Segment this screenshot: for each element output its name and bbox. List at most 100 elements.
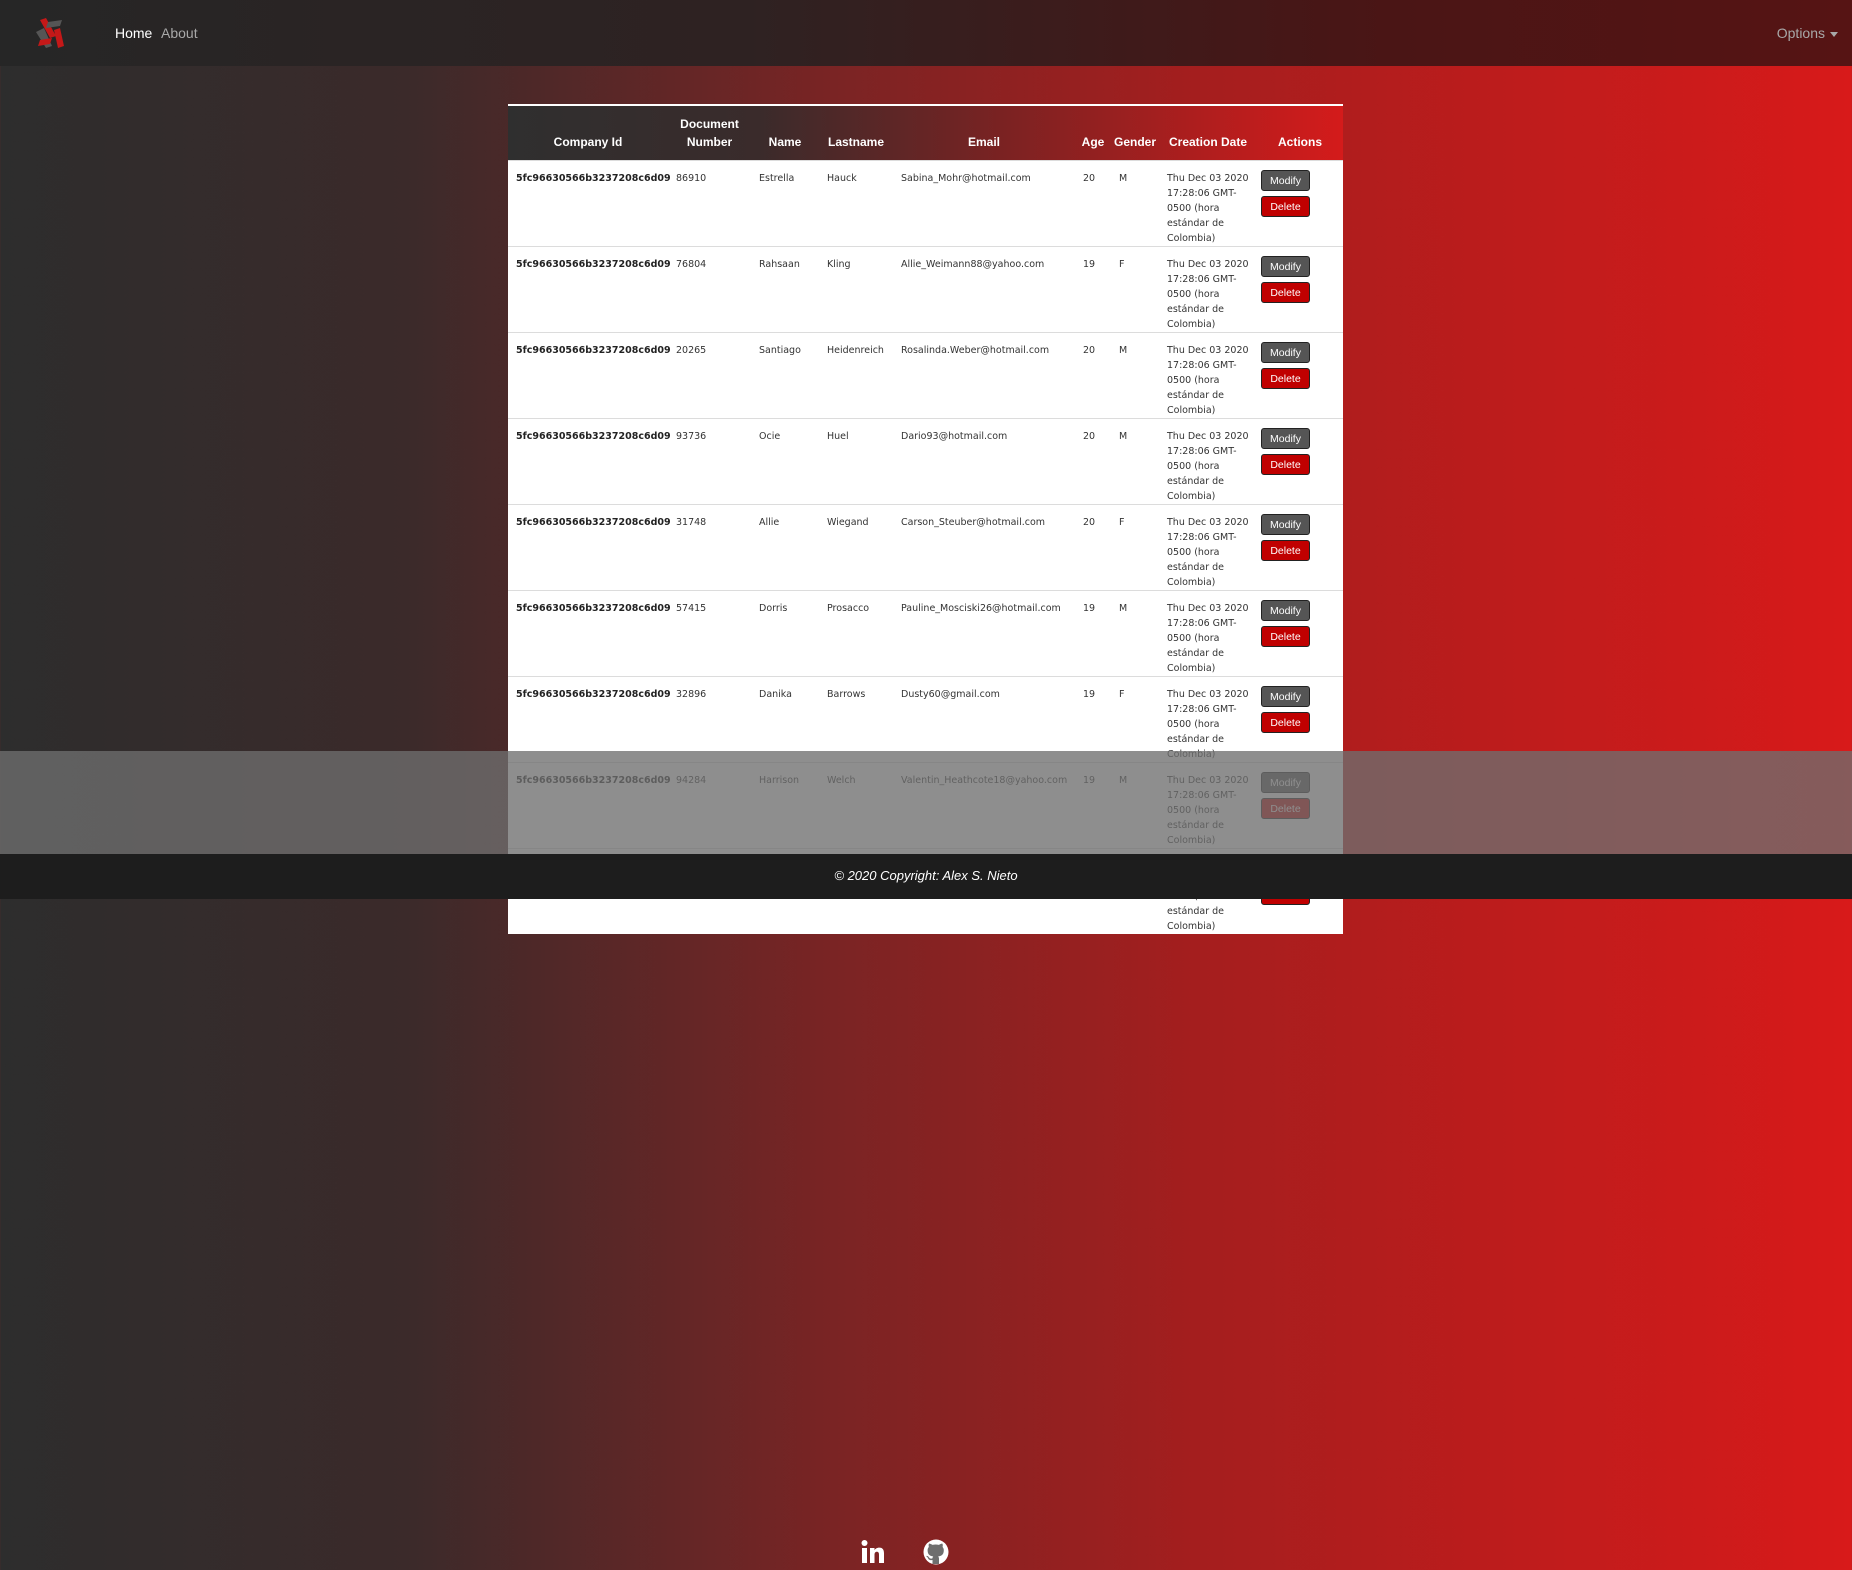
delete-button[interactable]: Delete [1261, 367, 1310, 389]
cell-age: 19 [1075, 245, 1111, 332]
cell-company-id: 5fc96630566b3237208c6d09 [508, 589, 671, 676]
table-row: 5fc96630566b3237208c6d09 76804 Rahsaan Klin… [508, 245, 1343, 332]
cell-lastname: Barrows [819, 675, 893, 762]
cell-creation-date: Thu Dec 03 2020 17:28:06 GMT-0500 (hora … [1159, 159, 1257, 246]
cell-gender: F [1111, 675, 1159, 762]
cell-gender: M [1111, 159, 1159, 246]
cell-actions: Modify Delete [1257, 331, 1343, 418]
table-row: 5fc96630566b3237208c6d09 93736 Ocie Huel Dar… [508, 417, 1343, 504]
cell-lastname: Prosacco [819, 589, 893, 676]
cell-document-number: 32896 [668, 675, 751, 762]
table-row: 5fc96630566b3237208c6d09 57415 Dorris Prosa… [508, 589, 1343, 676]
cell-lastname: Hauck [819, 159, 893, 246]
cell-gender: F [1111, 245, 1159, 332]
header-gender: Gender [1114, 134, 1157, 149]
github-icon[interactable] [922, 1538, 950, 1566]
cell-actions: Modify Delete [1257, 589, 1343, 676]
copyright-text: © 2020 Copyright: Alex S. Nieto [834, 868, 1018, 883]
delete-button[interactable]: Delete [1261, 625, 1310, 647]
cell-age: 20 [1075, 159, 1111, 246]
brand-logo-icon[interactable] [34, 16, 66, 50]
cell-age: 20 [1075, 417, 1111, 504]
cell-actions: Modify Delete [1257, 503, 1343, 590]
options-label: Options [1776, 25, 1825, 41]
modify-button[interactable]: Modify [1261, 427, 1310, 449]
table-row: 5fc96630566b3237208c6d09 86910 Estrella Hau… [508, 159, 1343, 246]
cell-lastname: Huel [819, 417, 893, 504]
cell-creation-date: Thu Dec 03 2020 17:28:06 GMT-0500 (hora … [1159, 503, 1257, 590]
cell-name: Ocie [751, 417, 819, 504]
cell-creation-date: Thu Dec 03 2020 17:28:06 GMT-0500 (hora … [1159, 417, 1257, 504]
delete-button[interactable]: Delete [1261, 281, 1310, 303]
cell-actions: Modify Delete [1257, 417, 1343, 504]
cell-lastname: Kling [819, 245, 893, 332]
cell-creation-date: Thu Dec 03 2020 17:28:06 GMT-0500 (hora … [1159, 245, 1257, 332]
cell-name: Santiago [751, 331, 819, 418]
cell-actions: Modify Delete [1257, 675, 1343, 762]
cell-company-id: 5fc96630566b3237208c6d09 [508, 417, 671, 504]
cell-email: Allie_Weimann88@yahoo.com [893, 245, 1075, 332]
chevron-down-icon [1830, 31, 1838, 37]
cell-name: Danika [751, 675, 819, 762]
cell-email: Pauline_Mosciski26@hotmail.com [893, 589, 1075, 676]
cell-document-number: 31748 [668, 503, 751, 590]
cell-creation-date: Thu Dec 03 2020 17:28:06 GMT-0500 (hora … [1159, 675, 1257, 762]
modify-button[interactable]: Modify [1261, 513, 1310, 535]
modify-button[interactable]: Modify [1261, 599, 1310, 621]
cell-lastname: Wiegand [819, 503, 893, 590]
modify-button[interactable]: Modify [1261, 169, 1310, 191]
nav-home-link[interactable]: Home [115, 25, 152, 41]
cell-name: Estrella [751, 159, 819, 246]
cell-document-number: 57415 [668, 589, 751, 676]
delete-button[interactable]: Delete [1261, 195, 1310, 217]
cell-email: Dusty60@gmail.com [893, 675, 1075, 762]
header-company-id: Company Id [553, 134, 623, 149]
cell-name: Dorris [751, 589, 819, 676]
cell-actions: Modify Delete [1257, 245, 1343, 332]
delete-button[interactable]: Delete [1261, 711, 1310, 733]
cell-age: 20 [1075, 331, 1111, 418]
cell-company-id: 5fc96630566b3237208c6d09 [508, 503, 671, 590]
cell-document-number: 76804 [668, 245, 751, 332]
cell-document-number: 93736 [668, 417, 751, 504]
cell-email: Sabina_Mohr@hotmail.com [893, 159, 1075, 246]
header-actions: Actions [1277, 134, 1322, 149]
cell-gender: F [1111, 503, 1159, 590]
header-lastname: Lastname [827, 134, 885, 149]
cell-actions: Modify Delete [1257, 159, 1343, 246]
header-creation-date: Creation Date [1168, 134, 1248, 149]
modify-button[interactable]: Modify [1261, 255, 1310, 277]
table-row: 5fc96630566b3237208c6d09 32896 Danika Barro… [508, 675, 1343, 762]
cell-gender: M [1111, 331, 1159, 418]
cell-email: Dario93@hotmail.com [893, 417, 1075, 504]
cell-gender: M [1111, 589, 1159, 676]
cell-company-id: 5fc96630566b3237208c6d09 [508, 245, 671, 332]
header-email: Email [967, 134, 1000, 149]
nav-about-link[interactable]: About [161, 25, 198, 41]
linkedin-icon[interactable] [859, 1538, 887, 1566]
navbar: Home About Options [0, 0, 1852, 66]
footer: © 2020 Copyright: Alex S. Nieto [0, 854, 1852, 899]
cell-email: Rosalinda.Weber@hotmail.com [893, 331, 1075, 418]
header-name: Name [768, 134, 802, 149]
modify-button[interactable]: Modify [1261, 685, 1310, 707]
header-age: Age [1081, 134, 1105, 149]
cell-document-number: 20265 [668, 331, 751, 418]
cell-company-id: 5fc96630566b3237208c6d09 [508, 675, 671, 762]
cell-document-number: 86910 [668, 159, 751, 246]
cell-gender: M [1111, 417, 1159, 504]
cell-name: Rahsaan [751, 245, 819, 332]
delete-button[interactable]: Delete [1261, 539, 1310, 561]
options-dropdown[interactable]: Options [1777, 25, 1838, 41]
modify-button[interactable]: Modify [1261, 341, 1310, 363]
cell-company-id: 5fc96630566b3237208c6d09 [508, 331, 671, 418]
cell-age: 20 [1075, 503, 1111, 590]
cell-company-id: 5fc96630566b3237208c6d09 [508, 159, 671, 246]
cell-creation-date: Thu Dec 03 2020 17:28:06 GMT-0500 (hora … [1159, 589, 1257, 676]
delete-button[interactable]: Delete [1261, 453, 1310, 475]
cell-name: Allie [751, 503, 819, 590]
footer-social-bar [0, 751, 1852, 1565]
cell-lastname: Heidenreich [819, 331, 893, 418]
table-row: 5fc96630566b3237208c6d09 31748 Allie Wiegan… [508, 503, 1343, 590]
table-header-row: Company Id Document Number Name Lastname… [508, 106, 1343, 160]
